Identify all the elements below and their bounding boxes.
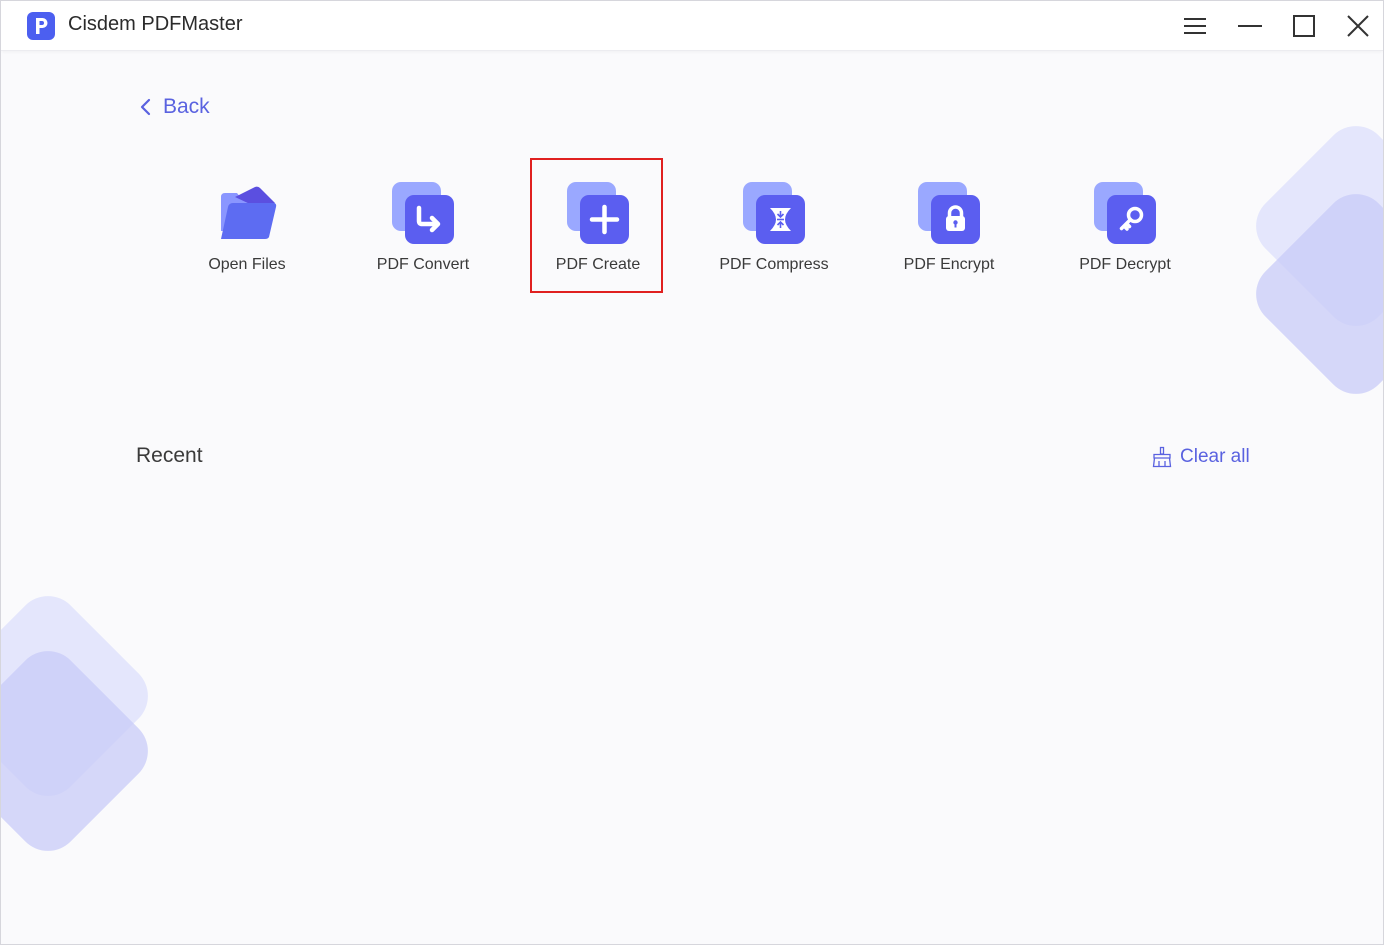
minimize-button[interactable] [1237,13,1263,39]
tool-pdf-encrypt[interactable]: PDF Encrypt [874,176,1024,286]
key-icon [1094,182,1156,244]
folder-icon [221,186,277,239]
app-window: Cisdem PDFMaster Back Open Files PDF Con… [0,0,1384,945]
tool-label: PDF Create [555,256,641,273]
convert-arrow-icon [392,182,454,244]
tool-open-files[interactable]: Open Files [172,176,322,286]
tool-label: Open Files [208,256,286,273]
chevron-left-icon [140,98,151,116]
tool-label: PDF Compress [719,256,829,273]
compress-icon [743,182,805,244]
app-logo-icon [27,12,55,40]
app-title: Cisdem PDFMaster [68,13,243,35]
maximize-icon [1293,15,1315,37]
back-button[interactable]: Back [137,93,210,121]
lock-icon [918,182,980,244]
tool-label: PDF Convert [376,256,470,273]
menu-button[interactable] [1182,13,1208,39]
maximize-button[interactable] [1291,13,1317,39]
tool-pdf-create[interactable]: PDF Create [523,176,673,286]
close-button[interactable] [1345,13,1371,39]
broom-icon [1152,446,1172,468]
tool-label: PDF Decrypt [1079,256,1171,273]
title-bar: Cisdem PDFMaster [1,1,1383,51]
clear-all-button[interactable]: Clear all [1151,444,1250,470]
hamburger-menu-icon [1184,18,1206,34]
tool-pdf-decrypt[interactable]: PDF Decrypt [1050,176,1200,286]
minimize-icon [1238,25,1262,27]
clear-all-label: Clear all [1180,446,1250,467]
recent-section-title: Recent [136,444,203,467]
tool-pdf-compress[interactable]: PDF Compress [699,176,849,286]
decorative-shapes-right [1256,126,1383,394]
plus-icon [567,182,629,244]
back-label: Back [163,95,210,118]
tool-label: PDF Encrypt [903,256,995,273]
close-icon [1347,15,1369,37]
decorative-shapes-left [1,596,148,851]
tool-pdf-convert[interactable]: PDF Convert [348,176,498,286]
